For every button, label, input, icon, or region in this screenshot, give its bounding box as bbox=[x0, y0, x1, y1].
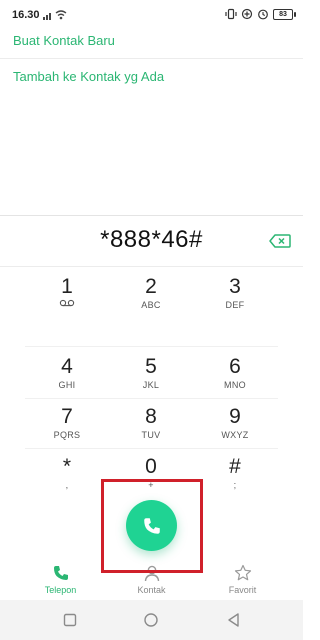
key-9[interactable]: 9 WXYZ bbox=[185, 399, 285, 449]
key-6[interactable]: 6 MNO bbox=[185, 349, 285, 399]
battery-indicator: 83 bbox=[273, 8, 296, 20]
key-digit: 6 bbox=[229, 355, 241, 378]
backspace-icon[interactable] bbox=[269, 234, 291, 248]
tab-label: Telepon bbox=[44, 585, 77, 595]
tab-label: Favorit bbox=[228, 585, 257, 595]
tab-favorit[interactable]: Favorit bbox=[192, 562, 293, 602]
create-new-contact-link[interactable]: Buat Kontak Baru bbox=[0, 23, 303, 59]
highlight-annotation bbox=[101, 479, 203, 573]
entered-number[interactable]: *888*46# bbox=[0, 226, 303, 254]
signal-wifi-icon bbox=[43, 10, 67, 20]
recents-icon[interactable] bbox=[62, 612, 78, 628]
phone-icon bbox=[53, 566, 68, 580]
status-time: 16.30 bbox=[12, 9, 40, 21]
key-digit: 3 bbox=[229, 275, 241, 298]
star-icon bbox=[234, 564, 251, 581]
system-nav-bar bbox=[0, 600, 303, 640]
status-right-icons: 83 bbox=[225, 7, 296, 21]
key-digit: # bbox=[229, 455, 241, 478]
number-display: *888*46# bbox=[0, 216, 303, 267]
back-icon[interactable] bbox=[226, 612, 242, 628]
add-to-existing-contact-link[interactable]: Tambah ke Kontak yg Ada bbox=[0, 59, 303, 95]
tab-label: Kontak bbox=[137, 585, 166, 595]
divider bbox=[25, 346, 278, 347]
tab-telepon[interactable]: Telepon bbox=[10, 562, 111, 602]
key-letters: DEF bbox=[225, 300, 245, 310]
home-icon[interactable] bbox=[143, 612, 159, 628]
alarm-icon bbox=[258, 9, 268, 20]
key-letters: MNO bbox=[224, 380, 246, 390]
key-letters: WXYZ bbox=[221, 430, 249, 440]
data-saver-icon bbox=[241, 8, 253, 20]
key-digit: 9 bbox=[229, 405, 241, 428]
key-3[interactable]: 3 DEF bbox=[185, 269, 285, 319]
vibrate-icon bbox=[225, 8, 237, 20]
voicemail-icon bbox=[59, 299, 75, 307]
